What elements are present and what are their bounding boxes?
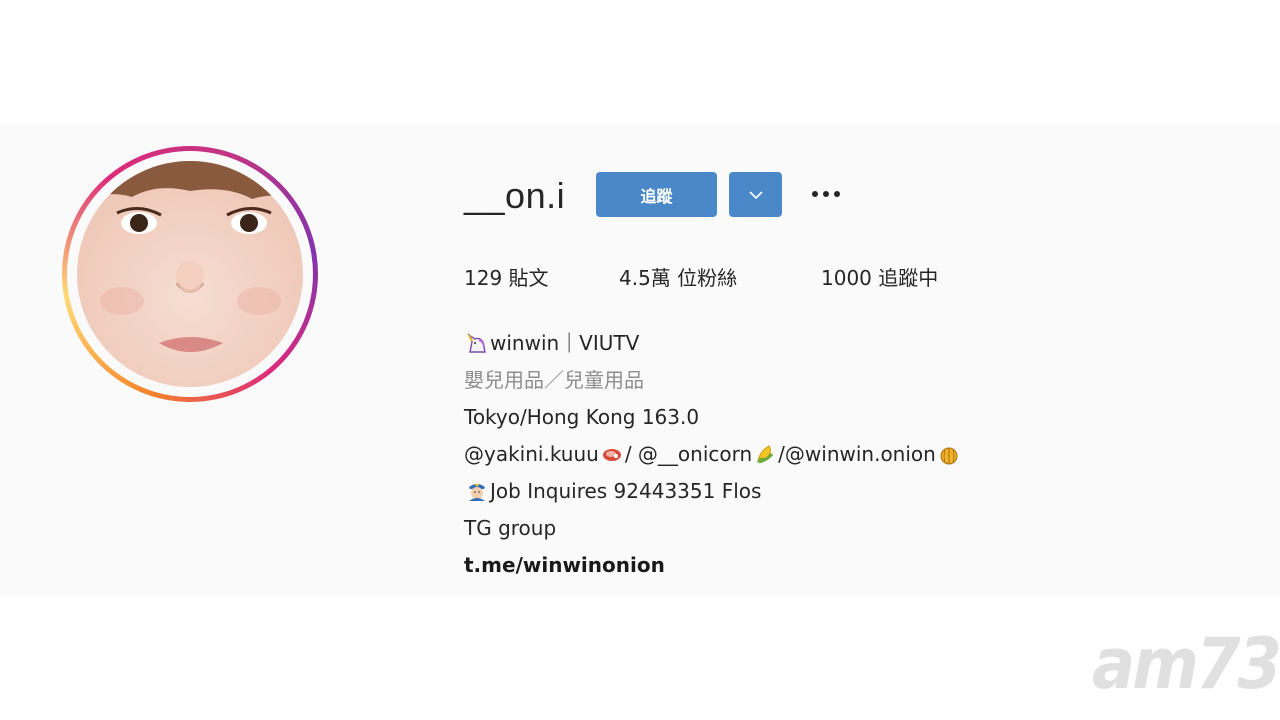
suggested-accounts-dropdown-button[interactable]: [729, 172, 782, 217]
followers-count: 4.5萬: [619, 266, 671, 290]
avatar: [77, 161, 303, 387]
am730-watermark-logo: am730: [1092, 624, 1280, 706]
police-officer-icon: [469, 483, 485, 501]
bio-group: TG group: [464, 515, 557, 540]
posts-count: 129: [464, 266, 503, 290]
bio-job: Job Inquires 92443351 Flos: [464, 472, 962, 509]
followers-stat[interactable]: 4.5萬 位粉絲: [619, 262, 737, 291]
avatar-story-ring[interactable]: [62, 146, 318, 402]
onion-icon: [940, 447, 958, 464]
bio-mentions: @yakini.kuuu / @__onicorn /@winwin.onion: [464, 435, 962, 472]
profile-bio: winwin｜VIUTV 嬰兒用品／兒童用品 Tokyo/Hong Kong 1…: [464, 324, 962, 583]
bio-name-text: winwin｜VIUTV: [490, 330, 640, 355]
following-stat[interactable]: 1000 追蹤中: [821, 262, 938, 291]
bio-category: 嬰兒用品／兒童用品: [464, 367, 644, 392]
following-label: 追蹤中: [878, 266, 939, 290]
chevron-down-icon: [748, 190, 763, 199]
ellipsis-icon: [812, 191, 818, 197]
posts-stat: 129 貼文: [464, 262, 549, 291]
unicorn-icon: [467, 332, 486, 353]
bio-job-text: Job Inquires 92443351 Flos: [490, 478, 762, 503]
bio-name-line: winwin｜VIUTV: [464, 324, 962, 361]
following-count: 1000: [821, 266, 872, 290]
posts-label: 貼文: [508, 266, 549, 290]
mention-yakini[interactable]: @yakini.kuuu: [464, 437, 599, 471]
follow-button[interactable]: 追蹤: [596, 172, 717, 217]
mention-onicorn[interactable]: / @__onicorn: [625, 437, 752, 471]
more-options-button[interactable]: [806, 180, 846, 208]
followers-label: 位粉絲: [677, 266, 738, 290]
mention-winwin-onion[interactable]: /@winwin.onion: [778, 437, 936, 471]
bio-location: Tokyo/Hong Kong 163.0: [464, 404, 700, 429]
profile-username: __on.i: [464, 175, 566, 216]
bio-website-link[interactable]: t.me/winwinonion: [464, 546, 962, 583]
corn-icon: [757, 444, 774, 463]
meat-icon: [602, 448, 621, 461]
